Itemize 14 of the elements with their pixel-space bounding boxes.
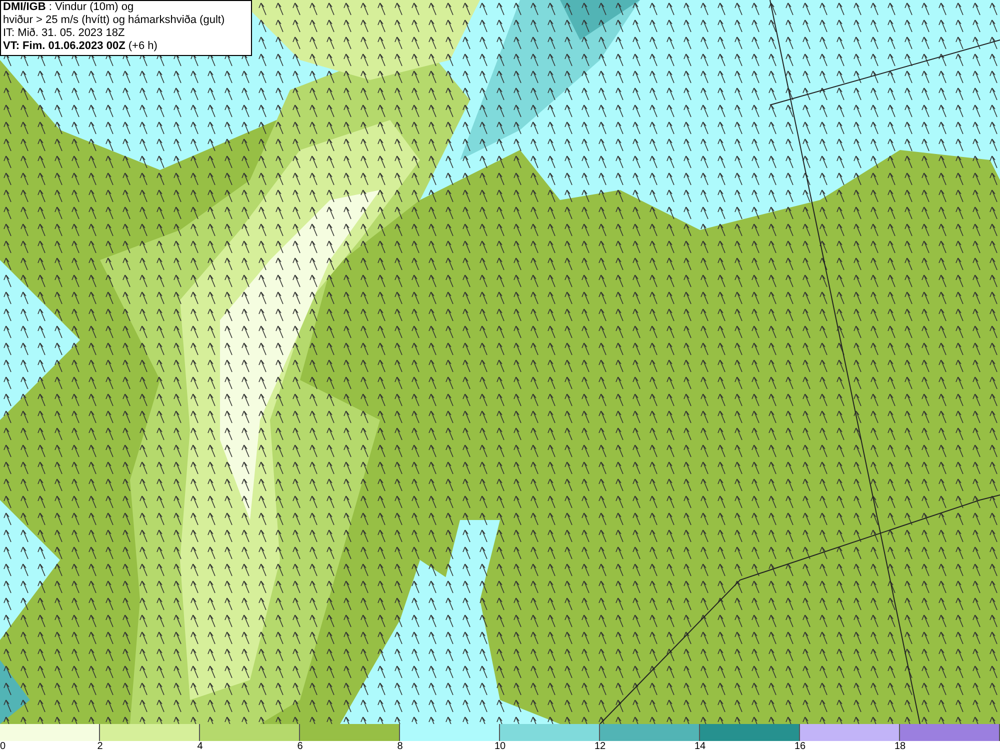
scale-label: 2 bbox=[97, 741, 103, 753]
legend-text: DMI/IGB : Vindur (10m) og bbox=[3, 1, 135, 14]
scale-label: 14 bbox=[694, 741, 706, 753]
scale-label: 18 bbox=[894, 741, 906, 753]
scale-label: 0 bbox=[0, 741, 6, 753]
legend-text: VT: Fim. 01.06.2023 00Z (+6 h) bbox=[3, 40, 158, 53]
scale-label: 4 bbox=[197, 741, 203, 753]
scale-label: 12 bbox=[594, 741, 606, 753]
scale-label: 10 bbox=[494, 741, 506, 753]
scale-label: 8 bbox=[397, 741, 403, 753]
legend-text: hviður > 25 m/s (hvítt) og hámarkshviða (gult) bbox=[3, 14, 226, 27]
scale-label: 6 bbox=[297, 741, 303, 753]
legend-text: IT: Mið. 31. 05. 2023 18Z bbox=[3, 27, 126, 40]
scale-label: 16 bbox=[794, 741, 806, 753]
